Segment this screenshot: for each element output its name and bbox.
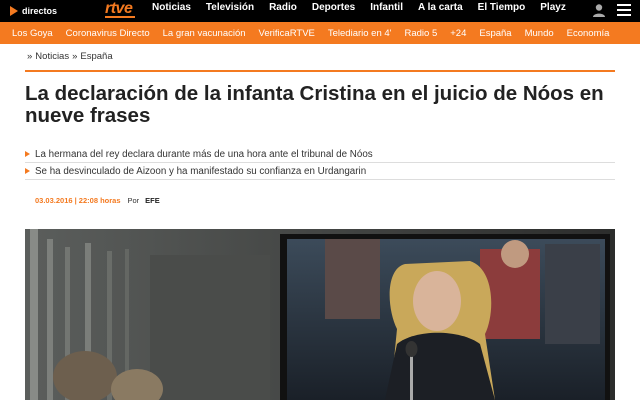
bullet-arrow-icon [25, 151, 30, 157]
subnav-item-24[interactable]: +24 [450, 28, 466, 39]
bullet-arrow-icon [25, 168, 30, 174]
subnav-item-radio5[interactable]: Radio 5 [404, 28, 437, 39]
nav-item-el-tiempo[interactable]: El Tiempo [478, 0, 526, 22]
article-meta: 03.03.2016 | 22:08 horas Por EFE [35, 196, 160, 205]
byline-label: Por [127, 196, 140, 205]
subnav-item-vacunacion[interactable]: La gran vacunación [163, 28, 246, 39]
main-nav: Noticias Televisión Radio Deportes Infan… [152, 0, 581, 22]
summary-text: La hermana del rey declara durante más d… [35, 149, 373, 160]
section-nav: Los Goya Coronavirus Directo La gran vac… [0, 22, 640, 44]
directos-label: directos [22, 6, 58, 16]
nav-item-radio[interactable]: Radio [269, 0, 297, 22]
breadcrumb-noticias[interactable]: Noticias [35, 51, 69, 62]
breadcrumb-separator: » [72, 51, 78, 62]
nav-item-infantil[interactable]: Infantil [370, 0, 403, 22]
nav-item-playz[interactable]: Playz [540, 0, 566, 22]
article-photo[interactable] [25, 229, 615, 400]
summary-text: Se ha desvinculado de Aizoon y ha manife… [35, 166, 367, 177]
subnav-item-telediario[interactable]: Telediario en 4' [328, 28, 392, 39]
subnav-item-los-goya[interactable]: Los Goya [12, 28, 53, 39]
top-navigation-bar: directos rtve Noticias Televisión Radio … [0, 0, 640, 22]
agency-name[interactable]: EFE [145, 196, 160, 205]
user-icon[interactable] [592, 3, 606, 17]
nav-item-television[interactable]: Televisión [206, 0, 254, 22]
directos-link[interactable]: directos [10, 3, 57, 19]
article-title: La declaración de la infanta Cristina en… [25, 82, 604, 127]
breadcrumb: » Noticias » España [27, 51, 113, 62]
subnav-item-coronavirus[interactable]: Coronavirus Directo [66, 28, 150, 39]
subnav-item-economia[interactable]: Economía [567, 28, 610, 39]
subnav-item-mundo[interactable]: Mundo [525, 28, 554, 39]
rtve-logo[interactable]: rtve [105, 0, 135, 22]
subnav-item-verificartve[interactable]: VerificaRTVE [259, 28, 315, 39]
nav-item-deportes[interactable]: Deportes [312, 0, 355, 22]
summary-item: La hermana del rey declara durante más d… [25, 147, 615, 163]
breadcrumb-separator: » [27, 51, 33, 62]
publish-date: 03.03.2016 | 22:08 horas [35, 196, 121, 205]
play-icon [10, 6, 18, 16]
subnav-item-espana[interactable]: España [479, 28, 511, 39]
menu-icon[interactable] [617, 4, 631, 16]
nav-item-a-la-carta[interactable]: A la carta [418, 0, 463, 22]
article-summary: La hermana del rey declara durante más d… [25, 147, 615, 180]
photo-illustration [25, 229, 615, 400]
logo-underline [105, 16, 135, 18]
nav-item-noticias[interactable]: Noticias [152, 0, 191, 22]
section-divider [25, 70, 615, 72]
logo-text: rtve [105, 0, 133, 17]
summary-item: Se ha desvinculado de Aizoon y ha manife… [25, 164, 615, 180]
breadcrumb-espana[interactable]: España [80, 51, 112, 62]
